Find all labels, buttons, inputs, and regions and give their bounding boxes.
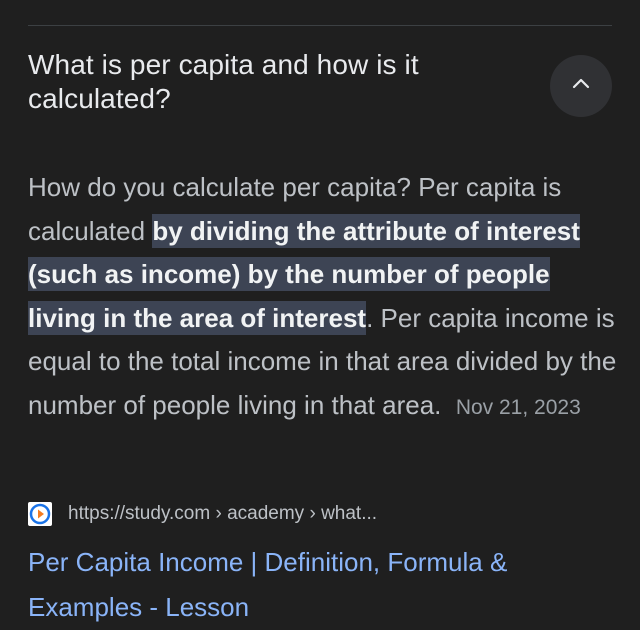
source-url[interactable]: https://study.com › academy › what... (68, 503, 377, 525)
answer-snippet: How do you calculate per capita? Per cap… (28, 166, 618, 429)
collapse-button[interactable] (550, 55, 612, 117)
chevron-up-icon (569, 72, 593, 101)
result-title-link[interactable]: Per Capita Income | Definition, Formula … (28, 540, 618, 630)
source-row[interactable]: https://study.com › academy › what... (28, 502, 377, 526)
question-title[interactable]: What is per capita and how is it calcula… (28, 48, 528, 116)
answer-date: Nov 21, 2023 (455, 395, 581, 419)
top-divider (28, 25, 612, 26)
study-com-favicon-icon (28, 502, 52, 526)
